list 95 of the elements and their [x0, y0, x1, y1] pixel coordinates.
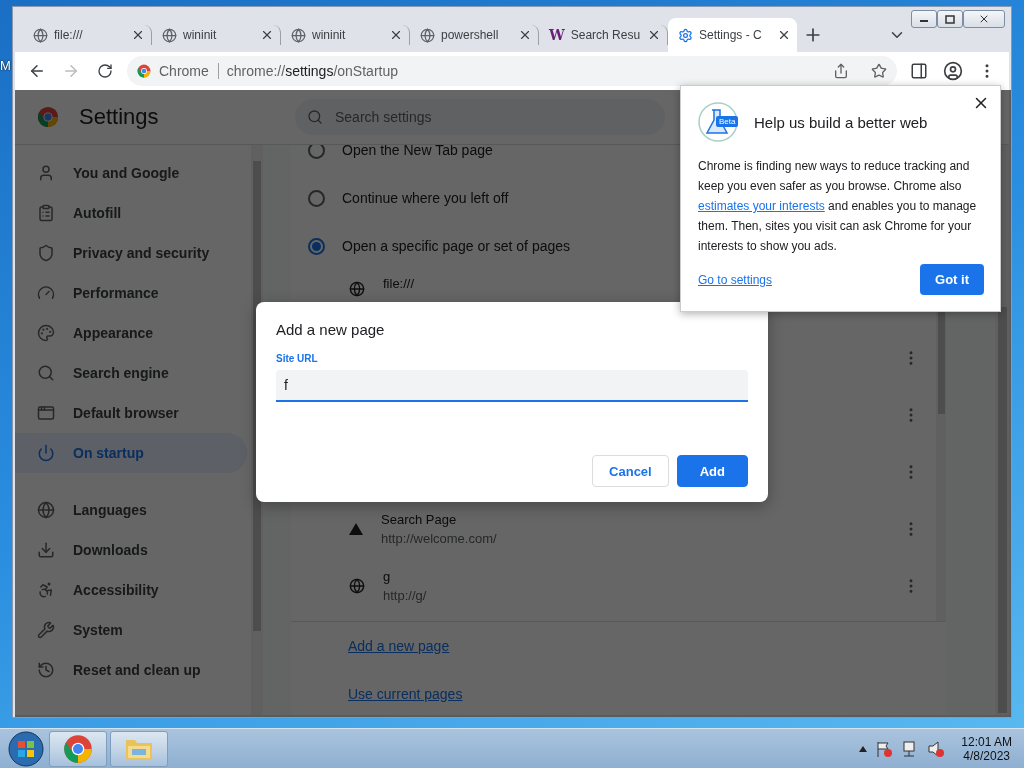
nav-item[interactable]: Default browser	[15, 393, 247, 433]
chrome-logo-icon	[37, 106, 59, 128]
page-title: g	[383, 568, 391, 584]
radio-button[interactable]	[308, 237, 325, 255]
settings-icon	[678, 27, 693, 43]
back-icon[interactable]	[28, 62, 46, 80]
browser-tab[interactable]: powershell	[410, 25, 539, 45]
text-link[interactable]: Add a new page	[348, 638, 450, 654]
address-bar[interactable]: Chrome chrome://settings/onStartup	[127, 56, 897, 86]
search-icon	[37, 364, 55, 382]
bubble-text: Chrome is finding new ways to reduce tracking and keep you even safer as you browse. Chrome also estimates your interests and enables you to manage them. Then, sites you visit can ask Chrome for your interests to show you ads.	[698, 158, 978, 255]
maximize-icon	[945, 14, 955, 24]
clipboard-icon	[37, 204, 55, 222]
option-label: Open a specific page or set of pages	[342, 238, 571, 254]
desktop-icon-label: M	[0, 58, 11, 73]
nav-item[interactable]: Appearance	[15, 313, 247, 353]
settings-title: Settings	[79, 104, 160, 130]
nav-item[interactable]: Performance	[15, 273, 247, 313]
close-button[interactable]	[963, 10, 1005, 28]
power-icon	[37, 444, 55, 462]
beta-badge: Beta	[716, 116, 739, 127]
nav-item[interactable]: Downloads	[15, 530, 247, 570]
globe-icon	[349, 281, 365, 297]
caret-up-icon[interactable]	[859, 745, 868, 752]
nav-item[interactable]: Accessibility	[15, 570, 247, 610]
accessibility-icon	[37, 581, 55, 599]
globe-icon	[37, 501, 55, 519]
side-panel-icon[interactable]	[910, 62, 928, 80]
got-it-button[interactable]: Got it	[920, 264, 984, 295]
nav-item[interactable]: On startup	[15, 433, 247, 473]
close-icon[interactable]	[518, 28, 532, 42]
text-link[interactable]: estimates your interests	[698, 199, 825, 213]
search-field[interactable]: Search settings	[295, 99, 665, 135]
cancel-button[interactable]: Cancel	[592, 455, 669, 487]
minimize-button[interactable]	[911, 10, 937, 28]
browser-window-icon	[37, 404, 55, 422]
person-icon	[37, 164, 55, 182]
close-icon[interactable]	[131, 28, 145, 42]
add-button[interactable]: Add	[676, 455, 748, 487]
globe-icon	[33, 27, 48, 43]
page-url: http://g/	[383, 587, 427, 603]
shield-icon	[37, 244, 55, 262]
nav-item[interactable]: Privacy and security	[15, 233, 247, 273]
share-icon[interactable]	[833, 63, 849, 79]
flag-icon[interactable]	[875, 739, 894, 758]
radio-button[interactable]	[308, 145, 325, 159]
close-icon[interactable]	[260, 28, 274, 42]
taskbar-app[interactable]	[49, 730, 107, 767]
history-icon	[37, 661, 55, 679]
profile-icon[interactable]	[943, 61, 963, 81]
bookmark-star-icon[interactable]	[871, 63, 887, 79]
nav-item[interactable]: You and Google	[15, 153, 247, 193]
field-label: Site URL	[276, 353, 318, 364]
triangle-icon	[349, 522, 363, 535]
browser-tab[interactable]: wininit	[152, 25, 281, 45]
wrench-icon	[37, 621, 55, 639]
clock[interactable]: 12:01 AM 4/8/2023	[961, 734, 1012, 763]
radio-button[interactable]	[308, 189, 325, 207]
close-icon	[978, 13, 990, 25]
browser-tab[interactable]: Settings - C	[668, 18, 797, 52]
speaker-icon[interactable]	[927, 739, 946, 758]
gauge-icon	[37, 284, 55, 302]
globe-icon	[349, 577, 365, 594]
url-input[interactable]: f	[276, 370, 748, 402]
globe-icon	[420, 27, 435, 43]
globe-icon	[162, 27, 177, 43]
reload-icon[interactable]	[97, 63, 113, 79]
download-icon	[37, 541, 55, 559]
palette-icon	[37, 324, 55, 342]
nav-item[interactable]: System	[15, 610, 247, 650]
page-title: file:///	[383, 276, 415, 291]
chrome-logo-icon	[63, 733, 93, 764]
text-link[interactable]: Use current pages	[348, 686, 463, 702]
nav-item[interactable]: Reset and clean up	[15, 650, 247, 690]
browser-tab[interactable]: file:///	[23, 25, 152, 45]
settings-link[interactable]: Go to settings	[698, 272, 773, 287]
nav-item[interactable]: Languages	[15, 490, 247, 530]
bubble-title: Help us build a better web	[754, 113, 928, 131]
option-label: Open the New Tab page	[342, 145, 493, 158]
page-title: Search Page	[381, 511, 457, 527]
dialog-title: Add a new page	[276, 321, 386, 338]
nav-item[interactable]: Search engine	[15, 353, 247, 393]
browser-tab[interactable]: wininit	[281, 25, 410, 45]
start-button[interactable]	[6, 729, 46, 768]
nav-item[interactable]: Autofill	[15, 193, 247, 233]
page-url: http://welcome.com/	[381, 530, 497, 546]
option-label: Continue where you left off	[342, 190, 509, 206]
search-icon	[307, 109, 323, 125]
close-icon[interactable]	[777, 28, 791, 42]
close-icon[interactable]	[389, 28, 403, 42]
globe-icon	[291, 27, 306, 43]
close-icon[interactable]	[647, 28, 661, 42]
maximize-button[interactable]	[937, 10, 963, 28]
site-logo: W	[549, 27, 565, 43]
chrome-icon	[137, 64, 151, 78]
